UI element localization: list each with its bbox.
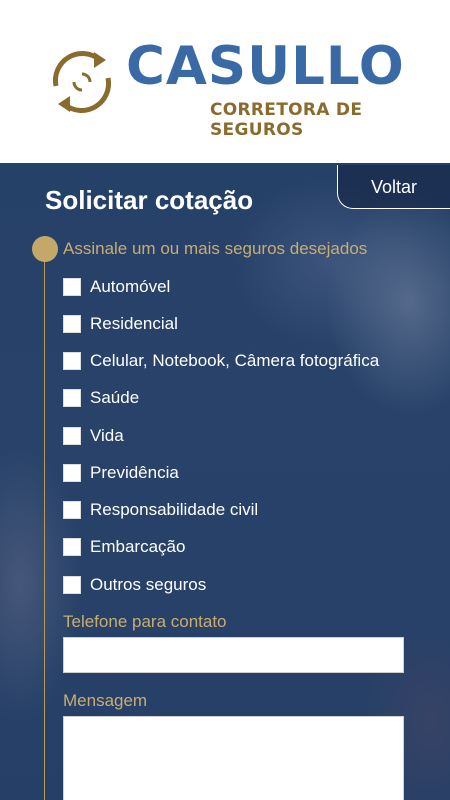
- circular-arrows-icon: [52, 51, 112, 113]
- checkbox[interactable]: [63, 538, 81, 556]
- brand-name: CASULLO: [126, 36, 405, 97]
- option-outros-seguros[interactable]: Outros seguros: [63, 573, 206, 597]
- option-label: Embarcação: [90, 537, 186, 556]
- option-residencial[interactable]: Residencial: [63, 312, 178, 336]
- page-title: Solicitar cotação: [45, 185, 254, 215]
- timeline-dot: [32, 236, 58, 262]
- checkbox[interactable]: [63, 389, 81, 407]
- checkbox[interactable]: [63, 315, 81, 333]
- insurance-prompt: Assinale um ou mais seguros desejados: [63, 239, 368, 258]
- option-label: Previdência: [90, 463, 179, 482]
- phone-input[interactable]: [63, 637, 404, 673]
- option-label: Outros seguros: [90, 575, 207, 594]
- option-celular-notebook-camera[interactable]: Celular, Notebook, Câmera fotográfica: [63, 349, 379, 373]
- phone-label: Telefone para contato: [63, 612, 227, 631]
- option-label: Saúde: [90, 388, 140, 407]
- option-responsabilidade-civil[interactable]: Responsabilidade civil: [63, 498, 258, 522]
- message-label: Mensagem: [63, 691, 148, 710]
- option-label: Responsabilidade civil: [90, 500, 259, 519]
- timeline-line: [44, 249, 45, 800]
- header: CASULLO CORRETORA DE SEGUROS: [0, 0, 450, 163]
- option-vida[interactable]: Vida: [63, 424, 124, 448]
- option-saude[interactable]: Saúde: [63, 386, 139, 410]
- checkbox[interactable]: [63, 501, 81, 519]
- checkbox[interactable]: [63, 464, 81, 482]
- quote-form-panel: Solicitar cotação Voltar Assinale um ou …: [0, 163, 450, 800]
- option-embarcacao[interactable]: Embarcação: [63, 535, 185, 559]
- option-previdencia[interactable]: Previdência: [63, 461, 179, 485]
- checkbox[interactable]: [63, 352, 81, 370]
- checkbox[interactable]: [63, 427, 81, 445]
- option-label: Celular, Notebook, Câmera fotográfica: [90, 351, 380, 370]
- checkbox[interactable]: [63, 278, 81, 296]
- option-label: Automóvel: [90, 277, 171, 296]
- option-automovel[interactable]: Automóvel: [63, 275, 170, 299]
- checkbox[interactable]: [63, 576, 81, 594]
- option-label: Residencial: [90, 314, 178, 333]
- back-button[interactable]: Voltar: [337, 165, 450, 209]
- message-textarea[interactable]: [63, 716, 404, 800]
- brand-subtitle: CORRETORA DE SEGUROS: [210, 100, 363, 140]
- option-label: Vida: [90, 426, 124, 445]
